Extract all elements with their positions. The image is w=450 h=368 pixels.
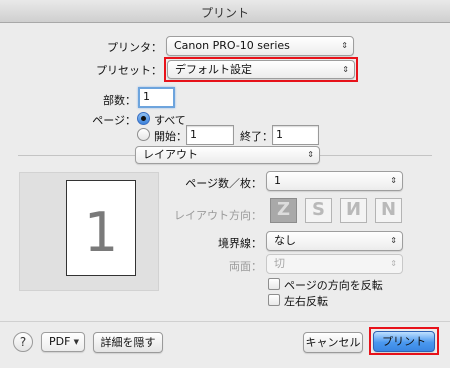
- pages-label: ページ：: [92, 114, 136, 127]
- border-label: 境界線：: [218, 237, 262, 250]
- border-popup[interactable]: なし ⇕: [266, 231, 403, 251]
- updown-arrow-icon: ⇕: [307, 150, 314, 159]
- pdf-menu-button[interactable]: PDF ▼: [41, 332, 85, 352]
- pdf-label: PDF: [49, 335, 71, 348]
- pages-range-radio[interactable]: [137, 128, 150, 141]
- cancel-button[interactable]: キャンセル: [303, 332, 363, 353]
- printer-value: Canon PRO-10 series: [174, 39, 290, 52]
- reverse-orientation-checkbox[interactable]: [268, 278, 280, 290]
- page-preview-sheet: 1: [66, 180, 136, 276]
- layout-direction-s-button[interactable]: S: [305, 198, 332, 223]
- preset-popup[interactable]: デフォルト設定 ⇕: [167, 60, 355, 79]
- printer-popup[interactable]: Canon PRO-10 series ⇕: [166, 36, 354, 56]
- flip-horizontal-checkbox[interactable]: [268, 294, 280, 306]
- footer-separator: [0, 321, 450, 322]
- updown-arrow-icon: ⇕: [390, 176, 397, 185]
- updown-arrow-icon: ⇕: [390, 259, 397, 268]
- pages-from-label: 開始：: [154, 130, 187, 143]
- two-sided-value: 切: [274, 257, 285, 270]
- updown-arrow-icon: ⇕: [341, 41, 348, 50]
- pages-per-sheet-value: 1: [274, 174, 281, 187]
- border-value: なし: [274, 234, 296, 247]
- copies-field[interactable]: 1: [138, 87, 175, 108]
- pages-from-field[interactable]: 1: [186, 125, 234, 145]
- flip-horizontal-label: 左右反転: [284, 295, 328, 308]
- preset-label: プリセット：: [96, 64, 162, 77]
- printer-label: プリンタ：: [107, 41, 162, 54]
- updown-arrow-icon: ⇕: [390, 236, 397, 245]
- hide-details-button[interactable]: 詳細を隠す: [93, 332, 163, 353]
- pages-all-label: すべて: [154, 114, 186, 127]
- preview-page-number: 1: [83, 201, 119, 264]
- help-button[interactable]: ?: [13, 332, 33, 352]
- print-button[interactable]: プリント: [373, 331, 435, 352]
- title-bar: プリント: [0, 0, 450, 23]
- two-sided-label: 両面：: [229, 260, 262, 273]
- layout-direction-n-button[interactable]: N: [375, 198, 402, 223]
- layout-direction-reverse-n-button[interactable]: И: [340, 198, 367, 223]
- copies-label: 部数：: [103, 94, 136, 107]
- section-value: レイアウト: [143, 148, 198, 161]
- chevron-down-icon: ▼: [73, 338, 79, 346]
- reverse-orientation-label: ページの方向を反転: [284, 279, 383, 292]
- pages-per-sheet-label: ページ数／枚：: [185, 177, 262, 190]
- pages-all-radio[interactable]: [137, 112, 150, 125]
- layout-direction-z-button[interactable]: Z: [270, 198, 297, 223]
- window-title: プリント: [200, 6, 249, 20]
- section-popup[interactable]: レイアウト ⇕: [135, 146, 320, 164]
- pages-to-label: 終了：: [240, 130, 273, 143]
- preset-value: デフォルト設定: [175, 63, 252, 76]
- two-sided-popup[interactable]: 切 ⇕: [266, 254, 403, 274]
- pages-per-sheet-popup[interactable]: 1 ⇕: [266, 171, 403, 191]
- layout-direction-label: レイアウト方向：: [174, 209, 262, 222]
- pages-to-field[interactable]: 1: [272, 125, 319, 145]
- updown-arrow-icon: ⇕: [342, 65, 349, 74]
